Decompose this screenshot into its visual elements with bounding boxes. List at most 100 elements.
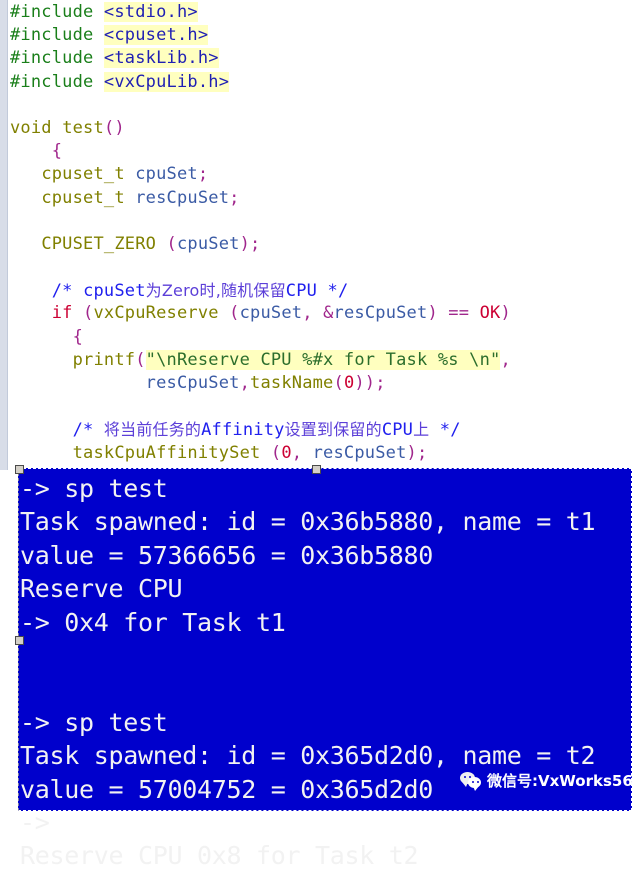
code-token: #include: [10, 71, 104, 92]
terminal-line: Reserve CPU: [20, 574, 183, 604]
code-token: printf: [72, 349, 136, 370]
code-token: ,: [239, 373, 251, 393]
code-token: #include: [10, 2, 104, 22]
code-token: (: [72, 303, 94, 324]
code-token: 设置到保留的: [284, 420, 382, 440]
code-line: if (vxCpuReserve (cpuSet, &resCpuSet) ==…: [10, 302, 632, 325]
code-token: #include: [10, 48, 104, 69]
code-token: 为Zero时,随机保留: [145, 281, 286, 301]
code-line: resCpuSet,taskName(0));: [10, 372, 632, 395]
terminal-line: Task spawned: id = 0x365d2d0, name = t2: [20, 741, 596, 771]
code-token: (: [166, 233, 177, 254]
code-line: {: [10, 326, 632, 349]
selection-handle-top-left[interactable]: [15, 465, 24, 474]
terminal-line-list: -> sp test Task spawned: id = 0x36b5880, …: [20, 472, 630, 873]
terminal-line: Reserve CPU 0x8 for Task t2: [20, 841, 419, 871]
code-token: ;: [197, 164, 209, 185]
code-token: resCpuSet: [333, 303, 428, 324]
code-token: cpuSet: [176, 233, 240, 254]
code-token: cpuset_t: [41, 187, 125, 208]
code-token: void: [10, 117, 52, 138]
code-token: resCpuSet: [312, 442, 407, 463]
code-token: resCpuSet: [135, 187, 230, 208]
code-line: cpuset_t resCpuSet;: [10, 187, 632, 210]
code-token: (: [333, 373, 344, 393]
code-token: 0: [343, 373, 355, 393]
code-token: taskCpuAffinitySet: [72, 442, 261, 463]
code-line: void test(): [10, 117, 632, 140]
selection-handle-top-middle[interactable]: [312, 465, 321, 474]
code-token: test: [62, 117, 104, 138]
code-token: CPU: [381, 420, 414, 441]
terminal-line: Task spawned: id = 0x36b5880, name = t1: [20, 507, 596, 537]
code-token: {: [51, 141, 63, 162]
code-token: (: [260, 442, 282, 463]
terminal-line: -> 0x4 for Task t1: [20, 607, 286, 637]
wechat-icon: [460, 771, 482, 791]
code-token: {: [72, 326, 84, 347]
code-line: /* cpuSet为Zero时,随机保留CPU */: [10, 279, 632, 302]
code-token: (: [135, 349, 146, 370]
code-token: (: [218, 303, 240, 324]
code-token: 上: [413, 420, 430, 440]
code-token: /*: [72, 420, 104, 441]
code-token: */: [429, 420, 461, 441]
code-line: {: [10, 140, 632, 163]
terminal-console-pane[interactable]: -> sp test Task spawned: id = 0x36b5880, …: [18, 468, 632, 870]
code-line: #include <stdio.h>: [10, 1, 632, 24]
terminal-line: -> sp test: [20, 707, 168, 737]
code-token: <cpuset.h>: [103, 25, 209, 46]
code-token: CPUSET_ZERO: [41, 233, 157, 254]
code-token: ,: [500, 349, 511, 370]
code-token: cpuSet: [83, 281, 146, 302]
code-token: if: [51, 303, 73, 324]
code-token: vxCpuReserve: [93, 303, 219, 324]
code-token: );: [239, 233, 261, 254]
code-token: resCpuSet: [145, 373, 240, 393]
code-line: /* 将当前任务的Affinity设置到保留的CPU上 */: [10, 418, 632, 441]
code-token: 将当前任务的: [103, 420, 202, 440]
code-token: Affinity: [201, 420, 285, 441]
code-token: 0: [281, 442, 292, 463]
code-token: cpuset_t: [41, 164, 125, 185]
terminal-line: -> sp test: [20, 474, 168, 503]
code-line: CPUSET_ZERO (cpuSet);: [10, 233, 632, 256]
code-line: cpuset_t cpuSet;: [10, 163, 632, 186]
code-token: CPU */: [285, 281, 349, 302]
code-token: cpuSet: [135, 164, 198, 185]
code-token: <taskLib.h>: [103, 48, 219, 69]
code-token: <vxCpuLib.h>: [103, 71, 230, 92]
code-token: #include: [10, 25, 104, 46]
watermark-text: 微信号:VxWorks567: [487, 772, 632, 790]
code-token: ,: [291, 442, 313, 463]
code-token: <stdio.h>: [103, 2, 198, 22]
code-line: taskCpuAffinitySet (0, resCpuSet);: [10, 442, 632, 465]
code-token: (): [103, 117, 125, 138]
watermark-badge: 微信号:VxWorks567: [460, 770, 632, 791]
code-line: printf("\nReserve CPU %#x for Task %s \n…: [10, 349, 632, 372]
code-token: , &: [302, 303, 334, 324]
code-token: "\nReserve CPU %#x for Task %s \n": [145, 349, 501, 370]
code-token: /*: [51, 281, 84, 302]
code-token: ;: [229, 187, 240, 208]
code-editor-pane[interactable]: #include <stdio.h> #include <cpuset.h> #in…: [0, 0, 632, 509]
selection-handle-middle-left[interactable]: [15, 636, 24, 645]
code-line: #include <cpuset.h>: [10, 24, 632, 47]
code-token: OK: [479, 303, 501, 324]
code-line: #include <vxCpuLib.h>: [10, 71, 632, 94]
code-token: );: [406, 442, 428, 463]
code-token: ): [500, 303, 511, 324]
code-token: ));: [354, 373, 386, 393]
code-token: cpuSet: [239, 303, 303, 324]
editor-gutter: [0, 0, 8, 470]
code-line: #include <taskLib.h>: [10, 47, 632, 70]
code-token: ) ==: [427, 303, 480, 324]
